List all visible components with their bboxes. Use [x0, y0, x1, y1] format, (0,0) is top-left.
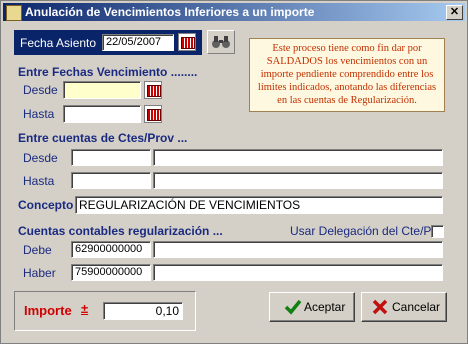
cuenta-desde-name-input[interactable] [153, 149, 443, 166]
title-bar: Anulación de Vencimientos Inferiores a u… [3, 3, 465, 21]
window-title: Anulación de Vencimientos Inferiores a u… [25, 5, 315, 19]
importe-label: Importe [24, 303, 72, 318]
fecha-asiento-panel: Fecha Asiento 22/05/2007 [14, 30, 202, 55]
fechas-hasta-label: Hasta [23, 107, 55, 121]
cancelar-button[interactable]: Cancelar [361, 292, 447, 322]
cuenta-desde-code-input[interactable] [71, 149, 151, 166]
info-text: Este proceso tiene como fin dar por SALD… [249, 38, 445, 112]
haber-label: Haber [23, 266, 56, 280]
fecha-hasta-calendar-button[interactable] [144, 105, 162, 123]
check-icon [284, 299, 302, 315]
calendar-icon [147, 109, 161, 121]
calendar-icon [181, 37, 195, 49]
importe-sign: ± [81, 301, 89, 316]
haber-code-input[interactable]: 75900000000 [71, 264, 151, 281]
concepto-input[interactable]: REGULARIZACIÓN DE VENCIMIENTOS [75, 196, 443, 214]
cancel-icon [372, 299, 388, 315]
fecha-desde-calendar-button[interactable] [144, 81, 162, 99]
importe-panel: Importe ± 0,10 [14, 291, 196, 331]
close-button[interactable]: ✕ [446, 5, 463, 20]
fechas-desde-label: Desde [23, 83, 58, 97]
debe-label: Debe [23, 243, 52, 257]
calendar-icon [147, 85, 161, 97]
usar-delegacion-checkbox[interactable] [431, 225, 444, 238]
concepto-label: Concepto [18, 198, 74, 212]
fecha-hasta-input[interactable] [63, 105, 141, 123]
debe-code-input[interactable]: 62900000000 [71, 241, 151, 258]
cancelar-label: Cancelar [392, 300, 441, 314]
fecha-asiento-label: Fecha Asiento [20, 36, 97, 50]
aceptar-button[interactable]: Aceptar [269, 292, 355, 322]
fecha-asiento-input[interactable]: 22/05/2007 [102, 34, 174, 51]
cuentas-hasta-label: Hasta [23, 174, 55, 188]
haber-name-input[interactable] [153, 264, 443, 281]
aceptar-label: Aceptar [304, 300, 346, 314]
app-icon [6, 5, 22, 21]
dialog-window: Anulación de Vencimientos Inferiores a u… [0, 0, 468, 344]
importe-input[interactable]: 0,10 [103, 302, 183, 320]
search-button[interactable] [207, 30, 235, 54]
usar-delegacion-label: Usar Delegación del Cte/Pro [290, 224, 443, 238]
fecha-asiento-calendar-button[interactable] [178, 33, 196, 51]
cuenta-hasta-name-input[interactable] [153, 172, 443, 189]
cuenta-hasta-code-input[interactable] [71, 172, 151, 189]
binoculars-icon [212, 36, 230, 48]
cuentas-desde-label: Desde [23, 151, 58, 165]
cuentas-section-title: Entre cuentas de Ctes/Prov ... [18, 131, 188, 145]
regularizacion-section-title: Cuentas contables regularización ... [18, 224, 223, 238]
debe-name-input[interactable] [153, 241, 443, 258]
fechas-section-title: Entre Fechas Vencimiento ........ [18, 65, 198, 79]
fecha-desde-input[interactable] [63, 81, 141, 99]
